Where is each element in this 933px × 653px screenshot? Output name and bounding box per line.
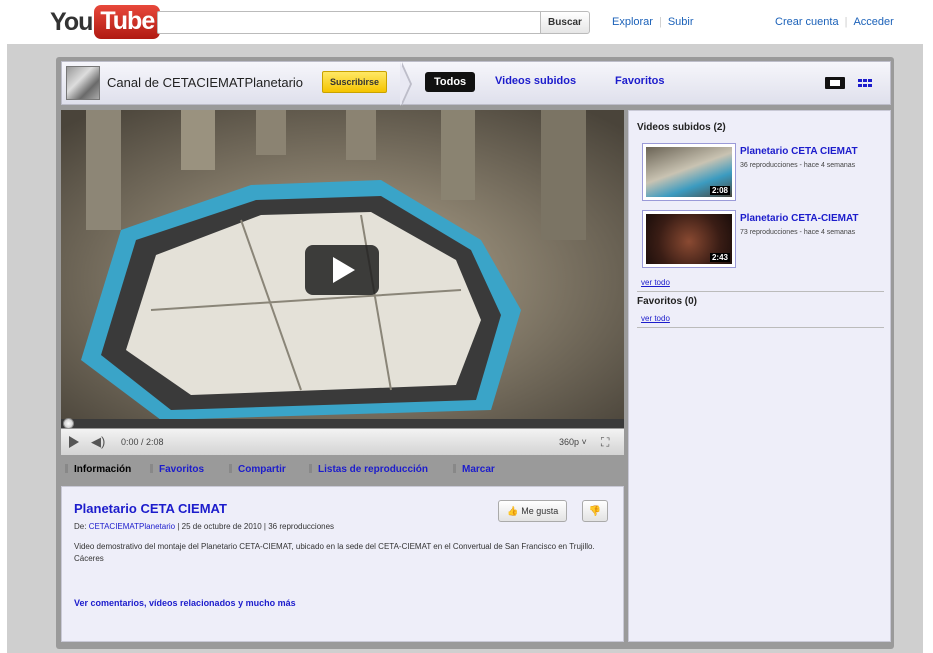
explore-link[interactable]: Explorar — [612, 16, 653, 28]
tab-favorites[interactable]: Favoritos — [615, 75, 665, 87]
tab-uploads[interactable]: Videos subidos — [495, 75, 576, 87]
video-meta: De: CETACIEMATPlanetario | 25 de octubre… — [74, 522, 334, 531]
video-description: Video demostrativo del montaje del Plane… — [74, 542, 595, 563]
subscribe-button[interactable]: Suscribirse — [322, 71, 388, 93]
tab-info[interactable]: Información — [65, 464, 131, 475]
tab-marker — [150, 464, 153, 473]
dislike-button[interactable]: 👎 — [582, 500, 608, 522]
account-links: Crear cuenta | Acceder — [775, 16, 894, 28]
uploads-heading: Videos subidos (2) — [637, 122, 726, 133]
header-divider-inner — [400, 62, 410, 106]
channel-header: Canal de CETACIEMATPlanetario Suscribirs… — [61, 61, 891, 106]
tab-favorites-label: Favoritos — [159, 464, 205, 475]
video-thumbnail[interactable]: 2:08 — [642, 143, 736, 201]
sidebar-video-stats: 36 reproducciones - hace 4 semanas — [740, 162, 856, 169]
grid-view-icon[interactable] — [858, 77, 872, 89]
logo-tube: Tube — [94, 5, 161, 39]
player-view-icon[interactable] — [825, 77, 845, 89]
meta-suffix: | 25 de octubre de 2010 | 36 reproduccio… — [177, 522, 335, 531]
quality-label: 360p — [559, 437, 580, 447]
video-player[interactable] — [61, 110, 624, 455]
sidebar-video-stats: 73 reproducciones - hace 4 semanas — [740, 229, 856, 236]
tab-marker — [65, 464, 68, 473]
fullscreen-icon[interactable]: ⛶ — [601, 435, 609, 450]
time-display: 0:00 / 2:08 — [121, 437, 164, 447]
tab-marker — [453, 464, 456, 473]
duration-badge: 2:08 — [709, 186, 730, 195]
progress-bar[interactable] — [61, 419, 624, 428]
meta-prefix: De: — [74, 522, 87, 531]
top-bar: You Tube Buscar Explorar | Subir Crear cue… — [0, 0, 933, 44]
volume-icon[interactable]: ◀) — [91, 434, 105, 450]
search-input[interactable] — [157, 11, 541, 34]
play-pause-icon[interactable] — [69, 436, 79, 448]
play-icon — [333, 257, 355, 283]
see-all-uploads-link[interactable]: ver todo — [641, 278, 670, 287]
channel-avatar[interactable] — [66, 66, 100, 100]
tab-share[interactable]: Compartir — [229, 464, 286, 475]
thumbs-up-icon: 👍 — [507, 505, 519, 516]
divider — [637, 291, 884, 292]
tab-playlists[interactable]: Listas de reproducción — [309, 464, 428, 475]
tab-marker — [229, 464, 232, 473]
video-info-panel: Planetario CETA CIEMAT De: CETACIEMATPla… — [61, 486, 624, 642]
like-label: Me gusta — [521, 506, 559, 516]
like-button[interactable]: 👍 Me gusta — [498, 500, 568, 522]
favorites-heading: Favoritos (0) — [637, 296, 698, 307]
more-link[interactable]: Ver comentarios, vídeos relacionados y m… — [74, 598, 296, 608]
see-all-favorites-link[interactable]: ver todo — [641, 314, 670, 323]
youtube-logo[interactable]: You Tube — [50, 5, 161, 39]
video-title: Planetario CETA CIEMAT — [74, 501, 227, 516]
tab-playlists-label: Listas de reproducción — [318, 464, 429, 475]
sign-in-link[interactable]: Acceder — [853, 16, 893, 28]
nav-links: Explorar | Subir — [612, 16, 694, 28]
tab-info-favorites[interactable]: Favoritos — [150, 464, 204, 475]
logo-you: You — [50, 7, 93, 36]
player-controls: ◀) 0:00 / 2:08 360p ˅ ⛶ — [61, 428, 624, 455]
separator: | — [658, 16, 662, 28]
quality-selector[interactable]: 360p ˅ — [559, 437, 587, 447]
separator: | — [844, 16, 848, 28]
thumbs-down-icon: 👎 — [588, 505, 602, 517]
tab-flag-label: Marcar — [462, 464, 495, 475]
list-item[interactable]: 2:43 Planetario CETA-CIEMAT 73 reproducc… — [642, 210, 883, 271]
video-thumbnail[interactable]: 2:43 — [642, 210, 736, 268]
sidebar-video-title[interactable]: Planetario CETA CIEMAT — [740, 146, 858, 157]
upload-link[interactable]: Subir — [668, 16, 694, 28]
tab-flag[interactable]: Marcar — [453, 464, 495, 475]
sidebar: Videos subidos (2) 2:08 Planetario CETA … — [628, 110, 891, 642]
search-button[interactable]: Buscar — [540, 11, 590, 34]
tab-all[interactable]: Todos — [425, 72, 476, 92]
duration-badge: 2:43 — [709, 253, 730, 262]
sidebar-video-title[interactable]: Planetario CETA-CIEMAT — [740, 213, 859, 224]
big-play-button[interactable] — [305, 245, 379, 295]
tab-share-label: Compartir — [238, 464, 286, 475]
list-item[interactable]: 2:08 Planetario CETA CIEMAT 36 reproducc… — [642, 143, 883, 204]
tab-info-label: Información — [74, 464, 132, 475]
author-link[interactable]: CETACIEMATPlanetario — [89, 522, 175, 531]
create-account-link[interactable]: Crear cuenta — [775, 16, 839, 28]
tab-marker — [309, 464, 312, 473]
divider — [637, 327, 884, 328]
channel-title: Canal de CETACIEMATPlanetario — [107, 75, 304, 90]
info-tabs: Información Favoritos Compartir Listas d… — [61, 461, 624, 481]
